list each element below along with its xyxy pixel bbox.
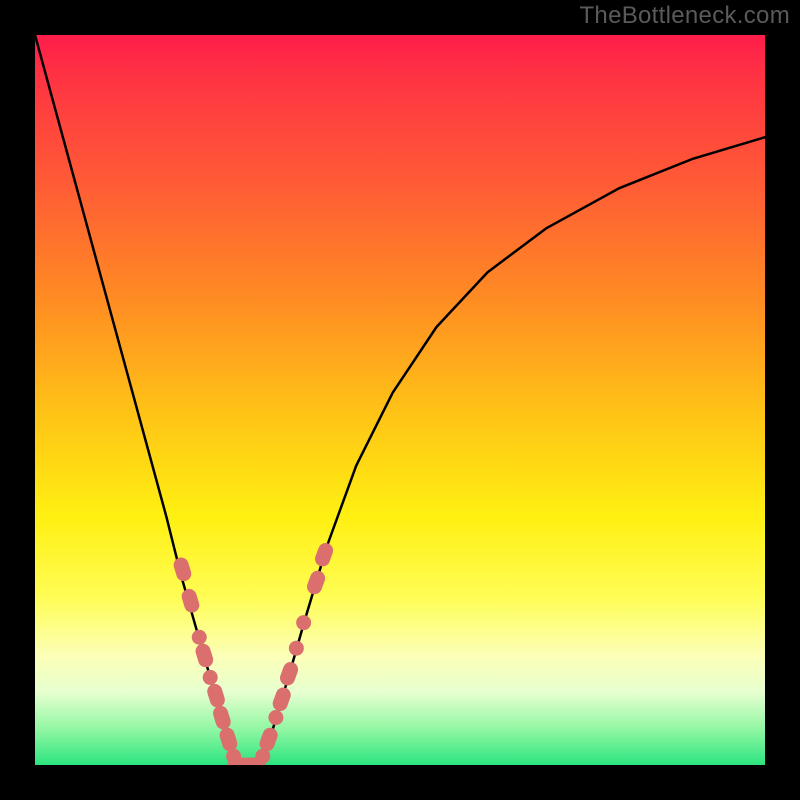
marker-pill — [194, 642, 215, 669]
marker-pill — [172, 556, 193, 583]
chart-svg — [35, 35, 765, 765]
plot-area — [35, 35, 765, 765]
marker-pill — [211, 704, 232, 731]
marker-pill — [278, 660, 300, 688]
marker-dot — [296, 615, 311, 630]
marker-pill — [218, 726, 239, 753]
marker-pill — [305, 569, 327, 597]
marker-dot — [203, 670, 218, 685]
curve-right-branch — [261, 137, 765, 765]
marker-dot — [289, 641, 304, 656]
chart-frame: TheBottleneck.com — [0, 0, 800, 800]
marker-layer — [172, 541, 335, 765]
marker-pill — [205, 682, 226, 709]
marker-dot — [192, 630, 207, 645]
marker-pill — [180, 587, 201, 614]
marker-pill — [271, 685, 293, 713]
curve-layer — [35, 35, 765, 765]
watermark-text: TheBottleneck.com — [579, 2, 790, 30]
marker-pill — [313, 541, 335, 569]
marker-dot — [268, 710, 283, 725]
